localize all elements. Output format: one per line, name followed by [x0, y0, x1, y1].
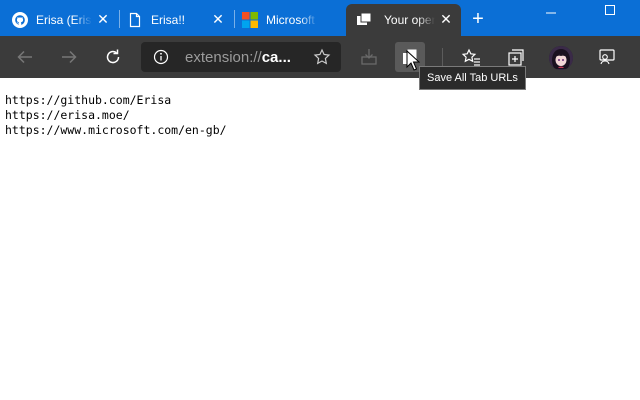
page-icon — [127, 12, 143, 28]
tab-title: Erisa!! — [151, 13, 207, 27]
tooltip: Save All Tab URLs — [419, 66, 526, 90]
tab-your-open-tabs[interactable]: Your open ✕ — [346, 4, 461, 36]
url-line: https://erisa.moe/ — [5, 108, 130, 122]
microsoft-icon — [242, 12, 258, 28]
tab-close-icon[interactable]: ✕ — [211, 12, 225, 26]
maximize-icon[interactable] — [596, 4, 626, 20]
star-icon[interactable] — [313, 48, 331, 66]
toolbar-divider — [442, 48, 443, 66]
tab-microsoft[interactable]: Microsoft — [236, 4, 344, 36]
url-line: https://github.com/Erisa — [5, 93, 172, 107]
tab-title: Erisa (Erisa — [36, 13, 92, 27]
tab-github[interactable]: Erisa (Erisa ✕ — [6, 4, 118, 36]
tab-url-list: https://github.com/Erisa https://erisa.m… — [5, 93, 227, 138]
info-icon[interactable] — [153, 49, 169, 65]
tab-divider — [234, 10, 235, 28]
tab-title: Microsoft — [266, 13, 318, 27]
address-bar[interactable]: extension://ca... — [141, 42, 341, 72]
tab-divider — [119, 10, 120, 28]
feedback-icon[interactable] — [594, 44, 620, 70]
minimize-icon[interactable] — [536, 4, 566, 20]
url-host: ca... — [261, 49, 291, 66]
back-icon[interactable] — [12, 44, 38, 70]
forward-icon[interactable] — [56, 44, 82, 70]
profile-avatar[interactable] — [549, 46, 573, 70]
refresh-icon[interactable] — [100, 44, 126, 70]
tab-close-icon[interactable]: ✕ — [439, 12, 453, 26]
url-text: extension://ca... — [185, 49, 291, 66]
download-extension-icon[interactable] — [356, 44, 382, 70]
tab-title: Your open — [384, 13, 435, 27]
url-scheme: extension:// — [185, 49, 262, 66]
new-tab-button[interactable]: + — [466, 8, 490, 32]
github-icon — [12, 12, 28, 28]
url-line: https://www.microsoft.com/en-gb/ — [5, 123, 227, 137]
tab-strip: Erisa (Erisa ✕ Erisa!! ✕ Microsoft Your … — [0, 0, 640, 36]
extension-page-icon — [356, 12, 372, 28]
navigation-toolbar: extension://ca... — [0, 36, 640, 78]
tab-close-icon[interactable]: ✕ — [96, 12, 110, 26]
mouse-cursor-icon — [406, 50, 420, 71]
tab-erisa-moe[interactable]: Erisa!! ✕ — [121, 4, 233, 36]
